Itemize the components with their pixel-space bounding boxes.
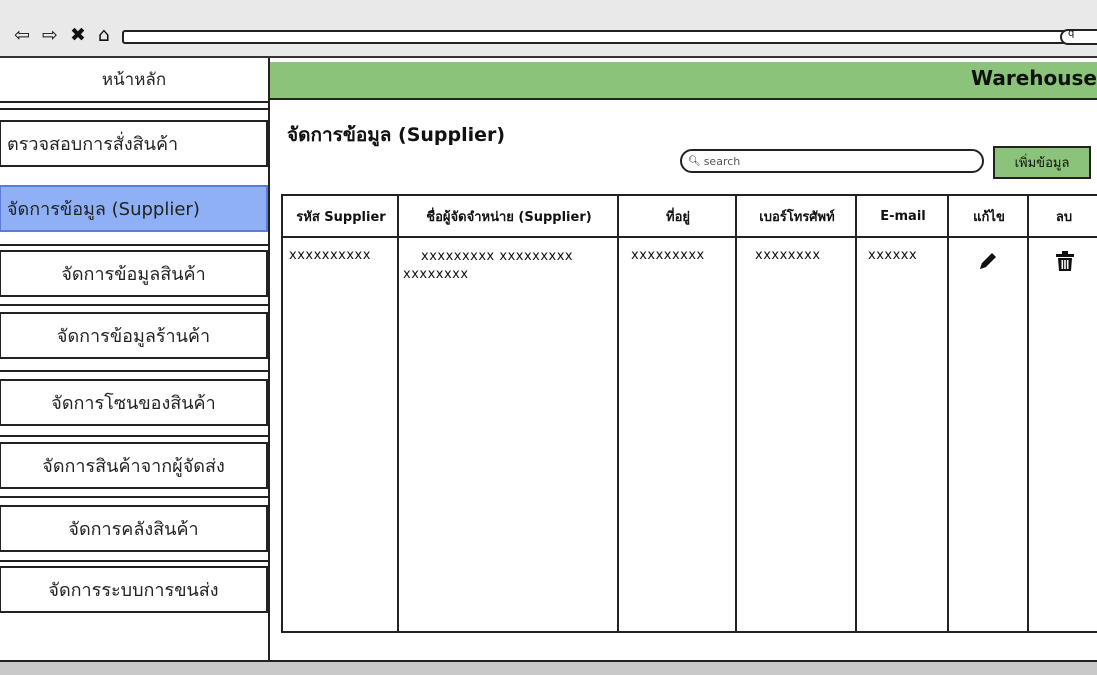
sidebar-item-label: จัดการโซนของสินค้า	[51, 393, 216, 414]
sidebar-item-home[interactable]: หน้าหลัก	[0, 58, 268, 103]
page-title: จัดการข้อมูล (Supplier)	[287, 124, 506, 146]
column-header-name: ชื่อผู้จัดจำหน่าย (Supplier)	[426, 209, 592, 225]
bottom-bar	[0, 660, 1097, 675]
sidebar-item-order-check[interactable]: ตรวจสอบการสั่งสินค้า	[0, 120, 268, 167]
search-icon: 🔍︎	[688, 155, 701, 167]
cell-email: xxxxxx	[868, 248, 918, 263]
sidebar-item-label: จัดการคลังสินค้า	[68, 519, 199, 540]
column-header-code: รหัส Supplier	[296, 209, 386, 225]
divider	[0, 435, 268, 437]
cell-supplier-code: xxxxxxxxxx	[289, 248, 371, 263]
cell-supplier-name: xxxxxxxxx xxxxxxxxx xxxxxxxx	[403, 249, 574, 282]
divider	[0, 496, 268, 498]
browser-search-field[interactable]: q	[1060, 28, 1097, 45]
header-bar: Warehouse	[270, 62, 1097, 100]
trash-icon[interactable]	[1055, 250, 1075, 276]
search-input[interactable]: 🔍︎ search	[680, 149, 984, 173]
sidebar-item-label: หน้าหลัก	[101, 70, 167, 90]
search-placeholder: search	[703, 154, 741, 168]
supplier-table: รหัส Supplier ชื่อผู้จัดจำหน่าย (Supplie…	[281, 194, 1097, 633]
sidebar-item-label: จัดการข้อมูลสินค้า	[61, 264, 206, 285]
sidebar-item-label: จัดการข้อมูลร้านค้า	[56, 326, 211, 347]
divider	[0, 560, 268, 562]
sidebar-item-label: จัดการสินค้าจากผู้จัดส่ง	[42, 456, 225, 477]
browser-nav: ⇦ ⇨ ✖ ⌂	[14, 26, 114, 45]
sidebar-item-zones[interactable]: จัดการโซนของสินค้า	[0, 379, 268, 426]
column-header-edit: แก้ไข	[973, 209, 1005, 225]
sidebar-item-label: จัดการข้อมูล (Supplier)	[7, 199, 200, 220]
browser-toolbar: ⇦ ⇨ ✖ ⌂ q	[0, 0, 1097, 58]
cell-phone: xxxxxxxx	[755, 248, 821, 263]
brand-title: Warehouse	[971, 66, 1097, 90]
sidebar-item-supplier[interactable]: จัดการข้อมูล (Supplier)	[0, 185, 268, 232]
column-header-phone: เบอร์โทรศัพท์	[759, 209, 835, 225]
address-bar[interactable]	[122, 30, 1076, 44]
sidebar-item-inbound[interactable]: จัดการสินค้าจากผู้จัดส่ง	[0, 442, 268, 489]
sidebar-item-label: จัดการระบบการขนส่ง	[48, 580, 219, 601]
divider	[0, 108, 268, 110]
add-data-button[interactable]: เพิ่มข้อมูล	[993, 146, 1091, 179]
sidebar-item-stores[interactable]: จัดการข้อมูลร้านค้า	[0, 312, 268, 359]
column-header-delete: ลบ	[1055, 209, 1073, 225]
sidebar: หน้าหลัก ตรวจสอบการสั่งสินค้า จัดการข้อม…	[0, 58, 270, 660]
column-header-address: ที่อยู่	[666, 209, 690, 225]
browser-search-icon: q	[1068, 28, 1075, 39]
home-icon[interactable]: ⌂	[98, 26, 112, 45]
column-header-email: E-mail	[880, 208, 926, 224]
forward-icon[interactable]: ⇨	[42, 26, 60, 45]
pencil-icon[interactable]	[977, 250, 999, 276]
back-icon[interactable]: ⇦	[14, 26, 32, 45]
close-icon[interactable]: ✖	[70, 26, 88, 45]
cell-address: xxxxxxxxx	[631, 248, 705, 263]
divider	[0, 370, 268, 372]
sidebar-item-transport[interactable]: จัดการระบบการขนส่ง	[0, 566, 268, 613]
sidebar-item-warehouse[interactable]: จัดการคลังสินค้า	[0, 505, 268, 552]
sidebar-item-products[interactable]: จัดการข้อมูลสินค้า	[0, 250, 268, 297]
divider	[0, 304, 268, 306]
divider	[0, 244, 268, 246]
sidebar-item-label: ตรวจสอบการสั่งสินค้า	[7, 134, 179, 155]
